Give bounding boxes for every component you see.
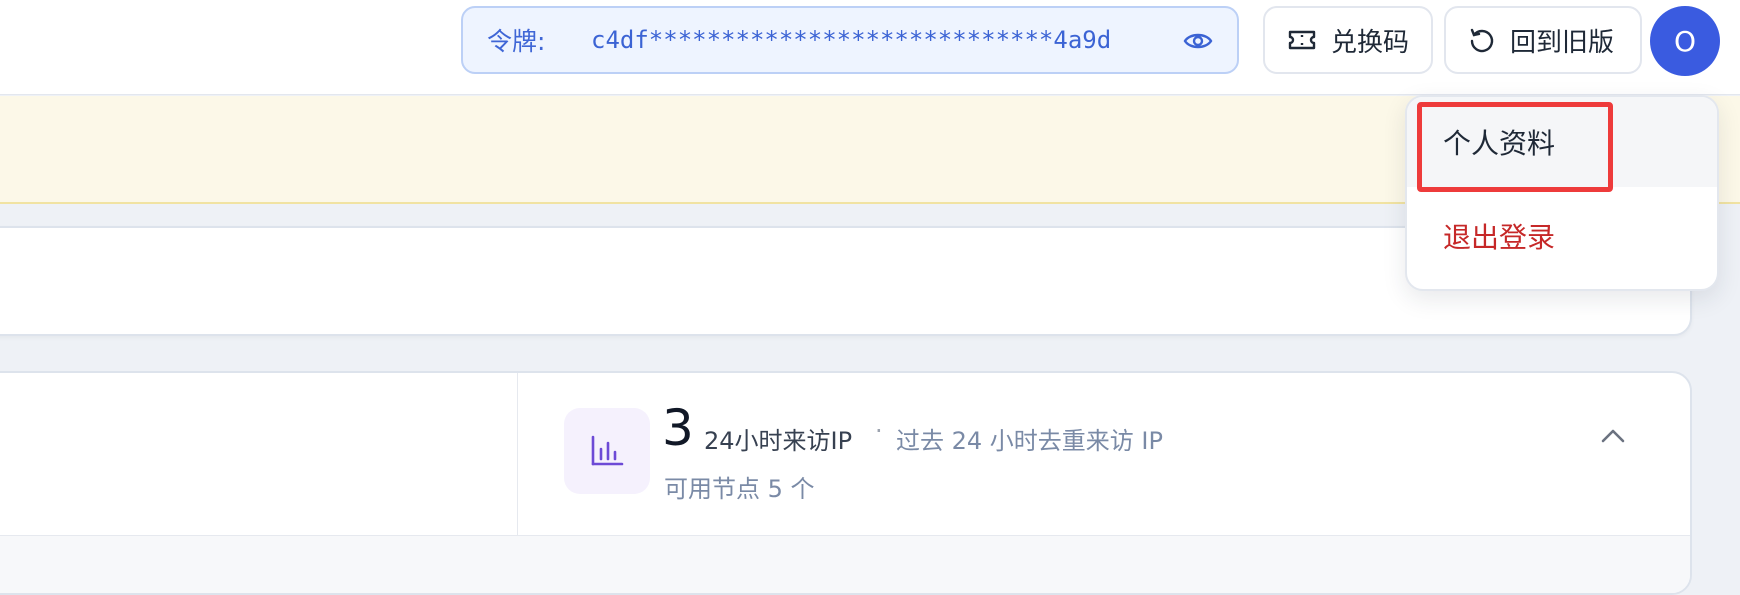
card-footer: [0, 535, 1690, 593]
menu-item-profile-label: 个人资料: [1443, 127, 1556, 160]
menu-item-logout-label: 退出登录: [1443, 221, 1556, 254]
stat-separator: ·: [875, 417, 883, 445]
visitor-ip-description: 过去 24 小时去重来访 IP: [896, 427, 1163, 455]
token-display: 令牌: c4df****************************4a9d: [461, 6, 1239, 74]
token-value: c4df****************************4a9d: [591, 26, 1112, 54]
visitor-ip-label: 24小时来访IP: [704, 427, 853, 455]
redeem-code-button[interactable]: 兑换码: [1263, 6, 1433, 74]
user-avatar[interactable]: O: [1650, 6, 1720, 76]
redeem-code-label: 兑换码: [1331, 27, 1410, 58]
bar-chart-icon: [564, 408, 650, 494]
avatar-initial: O: [1673, 24, 1697, 58]
available-nodes: 可用节点 5 个: [664, 475, 815, 503]
stats-card: 3 24小时来访IP · 过去 24 小时去重来访 IP 可用节点 5 个: [0, 371, 1692, 595]
back-to-old-version-label: 回到旧版: [1510, 27, 1615, 58]
ticket-icon: [1287, 29, 1317, 51]
token-label: 令牌:: [487, 27, 546, 56]
eye-icon[interactable]: [1183, 28, 1213, 54]
card-divider: [517, 373, 518, 535]
user-dropdown-menu: 个人资料 退出登录: [1405, 95, 1719, 291]
back-to-old-version-button[interactable]: 回到旧版: [1444, 6, 1642, 74]
menu-item-profile[interactable]: 个人资料: [1407, 97, 1717, 187]
menu-item-logout[interactable]: 退出登录: [1407, 191, 1717, 281]
visitor-ip-count: 3: [662, 399, 694, 457]
top-bar: 令牌: c4df****************************4a9d…: [0, 0, 1740, 95]
rotate-ccw-icon: [1468, 26, 1496, 54]
chevron-up-icon[interactable]: [1596, 421, 1630, 451]
